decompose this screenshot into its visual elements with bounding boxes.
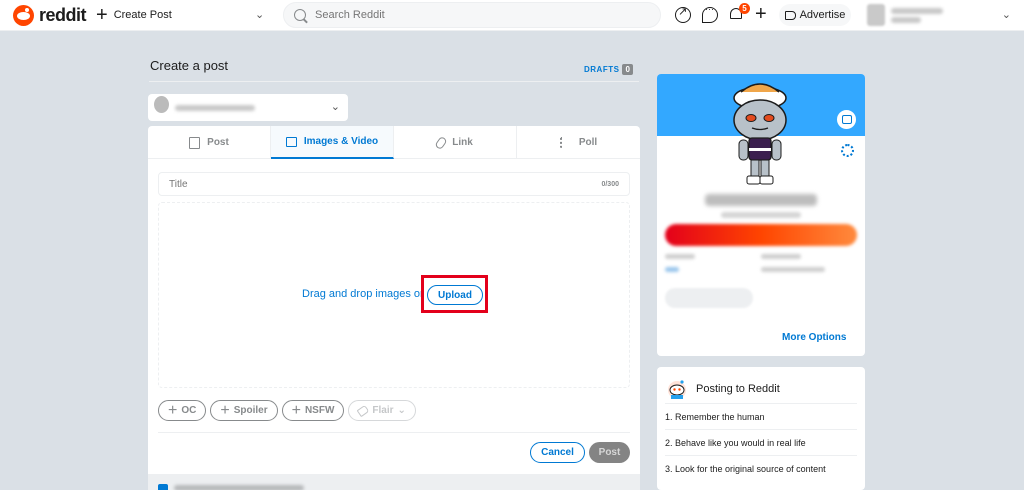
character-count: 0/300 <box>601 180 619 188</box>
divider <box>149 81 639 82</box>
cake-day-label-redacted <box>761 254 801 259</box>
gear-icon[interactable] <box>841 144 854 157</box>
search-input[interactable] <box>315 9 615 21</box>
posting-rules-card: Posting to Reddit 1. Remember the human … <box>657 367 865 490</box>
page-title: Create a post <box>150 58 229 73</box>
document-icon <box>189 136 201 149</box>
top-navigation-bar: reddit + Create Post ⌄ 5 + Advertise ⌄ <box>0 0 1024 31</box>
rule-item[interactable]: 1. Remember the human <box>665 403 857 429</box>
karma-value-redacted <box>665 267 679 272</box>
drop-instructions: Drag and drop images or <box>302 288 424 300</box>
title-input[interactable] <box>169 178 602 190</box>
tab-poll[interactable]: Poll <box>517 126 640 159</box>
megaphone-icon <box>784 10 796 20</box>
tag-label: NSFW <box>304 405 335 416</box>
user-menu[interactable]: ⌄ <box>867 2 1011 28</box>
notification-settings-footer <box>148 474 640 490</box>
post-composer: Post Images & Video Link Poll 0/300 Drag… <box>148 126 640 490</box>
divider <box>158 432 630 433</box>
rules-header: Posting to Reddit <box>665 377 780 401</box>
karma-label-redacted <box>665 254 695 259</box>
username-redacted <box>705 194 817 206</box>
community-selector[interactable]: ⌄ <box>148 94 348 121</box>
advertise-button[interactable]: Advertise <box>779 4 851 26</box>
plus-icon: + <box>291 401 301 419</box>
advertise-label: Advertise <box>799 9 846 21</box>
image-icon <box>285 136 297 147</box>
chat-icon[interactable] <box>702 4 718 23</box>
chevron-down-icon: ⌄ <box>330 101 340 113</box>
cake-day-value-redacted <box>761 267 825 272</box>
add-image-icon <box>841 115 852 124</box>
title-field: 0/300 <box>158 172 630 196</box>
drafts-label: DRAFTS <box>584 65 620 74</box>
reddit-logo[interactable]: reddit <box>13 5 87 26</box>
reddit-snoo-icon <box>13 5 34 26</box>
search-bar <box>283 2 661 28</box>
tab-images-video[interactable]: Images & Video <box>271 126 394 159</box>
tag-label: Flair <box>372 405 394 416</box>
notification-badge: 5 <box>739 3 750 14</box>
avatar <box>867 4 885 26</box>
style-avatar-button[interactable] <box>665 224 857 246</box>
tab-label: Poll <box>578 137 598 148</box>
post-type-tabs: Post Images & Video Link Poll <box>148 126 640 159</box>
rule-item[interactable]: 3. Look for the original source of conte… <box>665 455 857 481</box>
spoiler-tag-button[interactable]: + Spoiler <box>210 400 278 421</box>
rule-item[interactable]: 2. Behave like you would in real life <box>665 429 857 455</box>
avatar <box>154 96 169 113</box>
tag-label: Spoiler <box>233 405 268 416</box>
user-handle-redacted <box>721 212 801 218</box>
more-options-link[interactable]: More Options <box>782 332 846 343</box>
link-icon <box>434 135 448 150</box>
poll-icon <box>559 137 572 148</box>
tag-label: OC <box>181 405 197 416</box>
create-post-dropdown[interactable]: + Create Post <box>96 4 172 26</box>
profile-card: More Options <box>657 74 865 356</box>
tag-icon <box>357 404 370 417</box>
image-drop-zone[interactable]: Drag and drop images or Upload <box>158 202 630 388</box>
snoo-avatar <box>733 83 787 185</box>
community-name-redacted <box>175 104 255 111</box>
drafts-count-badge: 0 <box>622 64 634 75</box>
tab-label: Link <box>452 137 473 148</box>
plus-icon: + <box>220 401 230 419</box>
post-button[interactable]: Post <box>589 442 630 463</box>
chevron-down-icon: ⌄ <box>397 405 406 416</box>
create-post-label: Create Post <box>113 9 172 21</box>
add-banner-button[interactable] <box>836 109 857 130</box>
plus-icon: + <box>168 401 178 419</box>
notify-checkbox[interactable] <box>158 484 168 490</box>
upload-button[interactable]: Upload <box>427 285 483 305</box>
create-post-plus-icon[interactable]: + <box>755 3 767 26</box>
flair-dropdown[interactable]: Flair ⌄ <box>348 400 416 421</box>
notify-label-redacted <box>174 485 304 490</box>
plus-icon: + <box>96 4 108 26</box>
logo-text: reddit <box>39 5 87 25</box>
search-icon <box>294 9 306 21</box>
tab-link[interactable]: Link <box>394 126 517 159</box>
tab-label: Images & Video <box>303 136 379 147</box>
oc-tag-button[interactable]: + OC <box>158 400 207 421</box>
drafts-button[interactable]: DRAFTS 0 <box>584 64 634 75</box>
post-tag-row: + OC + Spoiler + NSFW Flair ⌄ <box>158 400 416 421</box>
nsfw-tag-button[interactable]: + NSFW <box>281 400 345 421</box>
chevron-down-icon[interactable]: ⌄ <box>255 8 264 21</box>
cancel-button[interactable]: Cancel <box>530 442 585 463</box>
rules-snoo-icon <box>668 380 686 399</box>
chevron-down-icon: ⌄ <box>1001 9 1011 21</box>
tab-label: Post <box>207 137 229 148</box>
rules-title: Posting to Reddit <box>696 383 780 395</box>
tab-post[interactable]: Post <box>148 126 271 159</box>
add-social-link-button[interactable] <box>665 288 753 308</box>
popular-icon[interactable] <box>675 5 691 23</box>
user-info-redacted <box>891 7 943 23</box>
